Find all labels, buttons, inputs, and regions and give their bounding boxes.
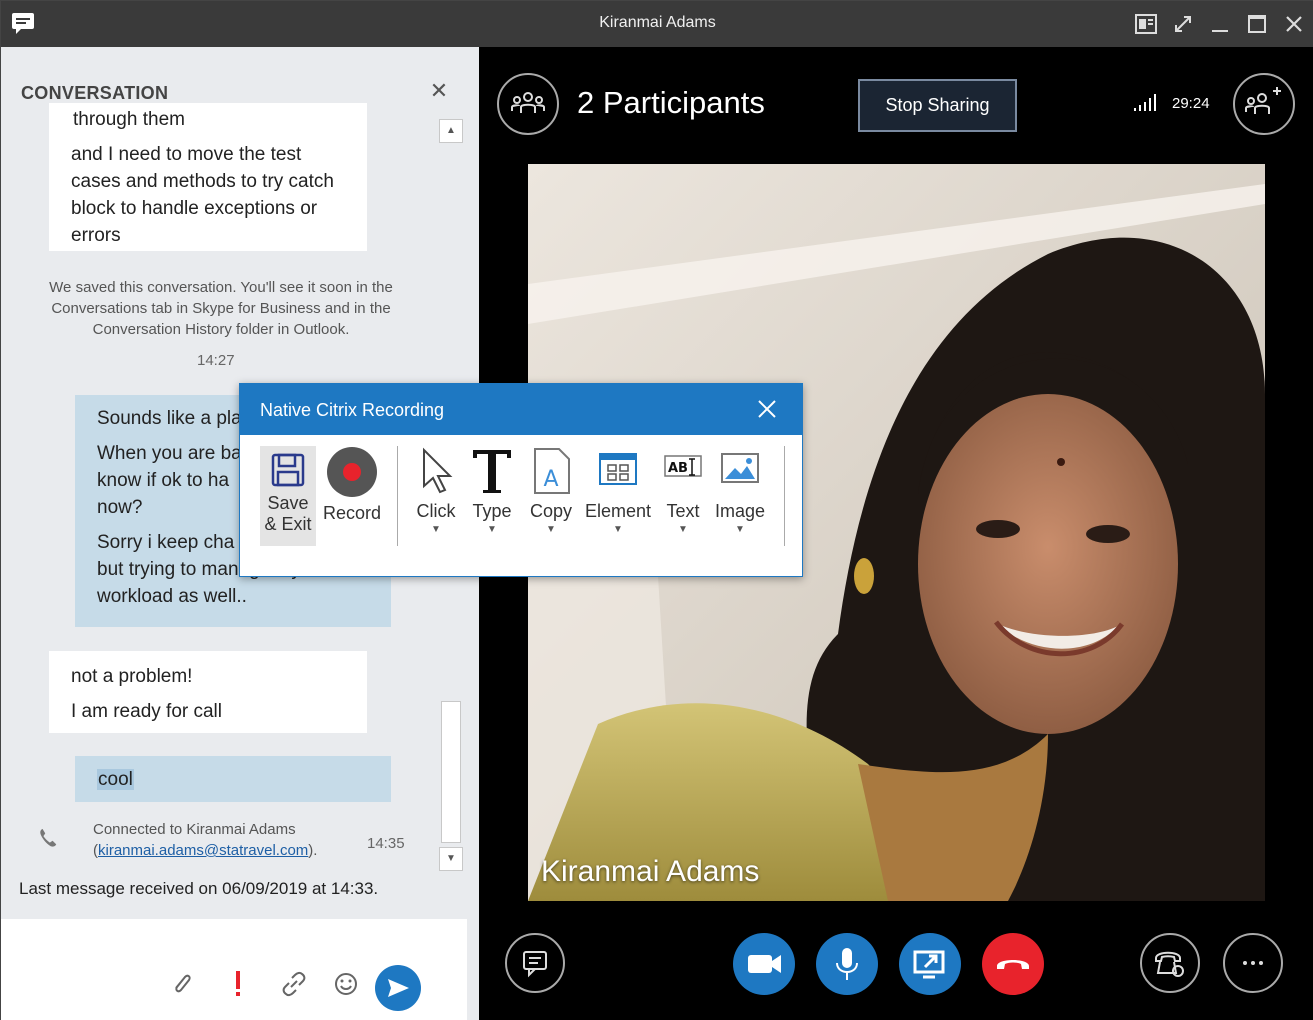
dropdown-caret-icon[interactable]: ▼ — [412, 524, 460, 535]
record-icon — [327, 447, 377, 497]
add-participant-icon — [1245, 87, 1281, 114]
video-camera-icon — [748, 955, 781, 973]
popout-icon[interactable] — [1168, 9, 1198, 39]
chat-icon — [523, 951, 547, 978]
message-line: I am ready for call — [71, 701, 222, 722]
cursor-arrow-icon — [423, 447, 453, 494]
last-message-status: Last message received on 06/09/2019 at 1… — [19, 879, 379, 898]
close-icon[interactable] — [1279, 9, 1309, 39]
stop-sharing-button[interactable]: Stop Sharing — [858, 79, 1017, 132]
connected-text: Connected to Kiranmai Adams — [93, 821, 296, 838]
message-text: and I need to move the test cases and me… — [71, 144, 334, 246]
message-incoming: and I need to move the test cases and me… — [49, 133, 367, 251]
window-title: Kiranmai Adams — [599, 14, 716, 31]
dropdown-caret-icon[interactable]: ▼ — [714, 524, 766, 535]
image-tool-button[interactable]: Image ▼ — [714, 448, 766, 535]
more-options-icon — [1243, 961, 1263, 965]
share-icon[interactable] — [1131, 9, 1161, 39]
message-bubble-cutoff: through them — [49, 103, 367, 133]
dropdown-caret-icon[interactable]: ▼ — [584, 524, 652, 535]
title-bar: Kiranmai Adams — [1, 1, 1313, 47]
scroll-thumb[interactable] — [441, 701, 461, 843]
element-tool-button[interactable]: Element ▼ — [584, 448, 652, 535]
microphone-icon — [836, 948, 858, 980]
record-button[interactable]: Record — [322, 447, 382, 524]
dropdown-caret-icon[interactable]: ▼ — [468, 524, 516, 535]
type-tool-button[interactable]: Type ▼ — [468, 448, 516, 535]
system-note: We saved this conversation. You'll see i… — [49, 279, 393, 338]
minimize-icon[interactable] — [1205, 9, 1235, 39]
attach-icon[interactable] — [167, 969, 197, 999]
image-picture-icon — [721, 453, 759, 483]
share-screen-icon — [913, 950, 945, 979]
maximize-icon[interactable] — [1242, 9, 1272, 39]
hang-up-button[interactable] — [982, 933, 1044, 995]
priority-icon[interactable] — [223, 969, 253, 999]
connected-info: Connected to Kiranmai Adams (kiranmai.ad… — [93, 821, 318, 859]
dropdown-caret-icon[interactable]: ▼ — [660, 524, 706, 535]
scroll-up-arrow-icon[interactable]: ▲ — [439, 119, 463, 143]
chat-button[interactable] — [505, 933, 565, 993]
conversation-header: CONVERSATION — [21, 83, 169, 103]
hang-up-icon — [997, 960, 1029, 969]
message-incoming: not a problem! I am ready for call — [49, 651, 367, 733]
connected-timestamp: 14:35 — [367, 835, 405, 852]
participants-button[interactable] — [497, 73, 559, 135]
message-line: not a problem! — [71, 666, 193, 687]
close-conversation-icon[interactable]: ✕ — [429, 80, 449, 102]
element-window-icon — [599, 453, 637, 485]
compose-area[interactable] — [1, 919, 467, 1020]
message-text-selected: cool — [97, 769, 134, 790]
message-line: workload as well.. — [97, 586, 247, 607]
send-icon — [388, 979, 409, 997]
emoji-icon[interactable] — [331, 969, 361, 999]
dropdown-caret-icon[interactable]: ▼ — [526, 524, 576, 535]
tool-label: Type — [472, 501, 512, 521]
click-tool-button[interactable]: Click ▼ — [412, 447, 460, 535]
dialog-header: Native Citrix Recording — [240, 384, 802, 435]
more-options-button[interactable] — [1223, 933, 1283, 993]
email-link[interactable]: kiranmai.adams@statravel.com — [98, 842, 308, 859]
toolbar-separator — [397, 446, 398, 546]
participants-count: 2 Participants — [577, 85, 765, 120]
dialog-title: Native Citrix Recording — [260, 400, 445, 420]
text-tool-button[interactable]: AB Text ▼ — [660, 448, 706, 535]
citrix-recording-dialog: Native Citrix Recording Save & Exit Reco… — [239, 383, 803, 577]
message-outgoing: cool — [75, 756, 391, 802]
tool-label: Record — [322, 503, 382, 523]
send-button[interactable] — [375, 965, 421, 1011]
participant-name: Kiranmai Adams — [541, 855, 760, 888]
close-dialog-icon[interactable] — [754, 396, 780, 422]
message-timestamp: 14:27 — [197, 352, 235, 369]
toolbar-separator — [784, 446, 785, 546]
participants-icon — [511, 92, 545, 113]
copy-document-icon: A — [534, 448, 570, 494]
signal-strength-icon — [1134, 94, 1156, 111]
text-field-icon: AB — [664, 455, 702, 477]
tool-label: Click — [416, 501, 456, 521]
tool-label: Copy — [529, 501, 573, 521]
tool-label: Save — [267, 493, 309, 513]
save-floppy-icon — [271, 453, 305, 487]
tool-label: Text — [666, 501, 700, 521]
add-participant-button[interactable] — [1233, 73, 1295, 135]
call-timer: 29:24 — [1172, 95, 1210, 112]
type-t-icon — [473, 450, 511, 493]
save-exit-button[interactable]: Save & Exit — [260, 446, 316, 546]
tool-label: Image — [714, 501, 766, 521]
svg-text:AB: AB — [668, 461, 688, 476]
phone-icon — [40, 828, 57, 847]
phone-settings-icon — [1155, 951, 1184, 977]
tool-label: Element — [584, 501, 652, 521]
skype-window: Kiranmai Adams CONVERSATION ✕ through th… — [0, 0, 1313, 1020]
microphone-button[interactable] — [816, 933, 878, 995]
scroll-down-arrow-icon[interactable]: ▼ — [439, 847, 463, 871]
copy-tool-button[interactable]: A Copy ▼ — [526, 448, 576, 535]
link-icon[interactable] — [279, 969, 309, 999]
video-button[interactable] — [733, 933, 795, 995]
tool-label: & Exit — [264, 514, 312, 534]
call-controls-button[interactable] — [1140, 933, 1200, 993]
svg-text:A: A — [543, 467, 558, 492]
share-screen-button[interactable] — [899, 933, 961, 995]
